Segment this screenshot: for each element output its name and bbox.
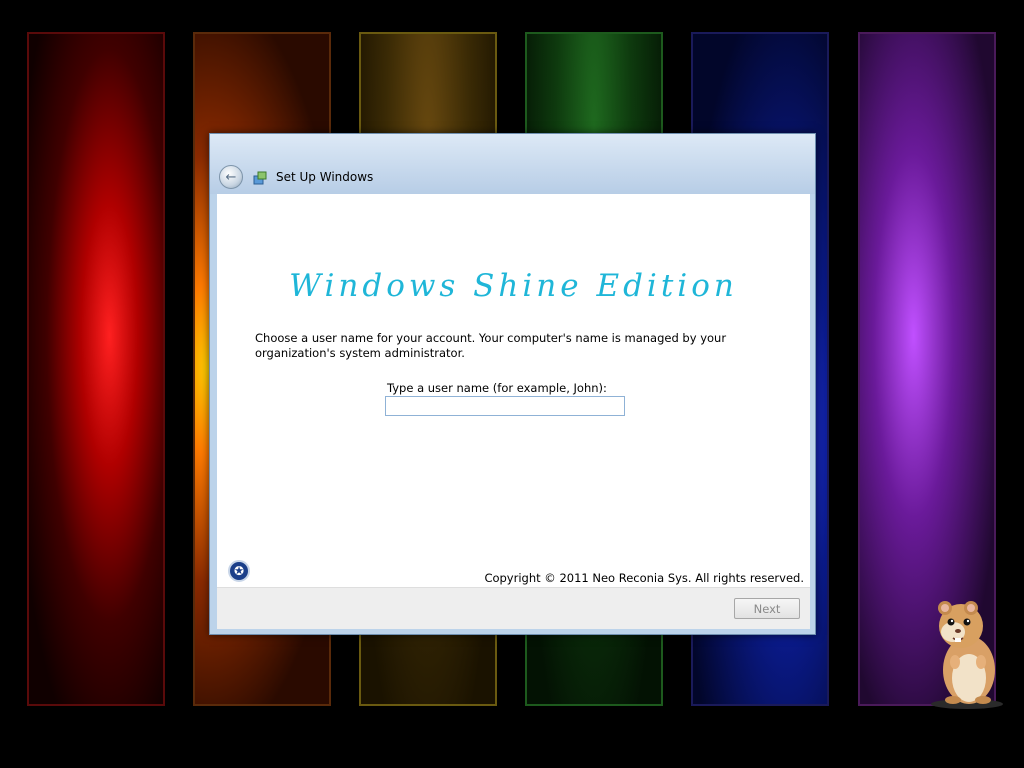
dialog-footer: Next (217, 587, 810, 629)
setup-icon (253, 171, 267, 185)
copyright-text: Copyright © 2011 Neo Reconia Sys. All ri… (484, 571, 804, 585)
hamster-icon (931, 601, 1003, 709)
dialog-content: Windows Shine Edition Choose a user name… (217, 194, 810, 587)
window-title: Set Up Windows (276, 170, 374, 184)
setup-dialog: ← Set Up Windows Windows Shine Edition C… (209, 133, 816, 635)
dialog-titlebar: ← Set Up Windows (210, 134, 815, 194)
description-text: Choose a user name for your account. You… (255, 331, 727, 360)
next-button[interactable]: Next (734, 598, 800, 619)
ease-of-access-button[interactable]: ✪ (228, 560, 250, 582)
back-button[interactable]: ← (219, 165, 243, 189)
wallpaper-panel-red (27, 32, 165, 706)
username-label: Type a user name (for example, John): (387, 381, 607, 395)
back-arrow-icon: ← (225, 169, 237, 185)
username-input[interactable] (385, 396, 625, 416)
ease-of-access-icon: ✪ (233, 564, 245, 578)
brand-title: Windows Shine Edition (289, 268, 738, 304)
